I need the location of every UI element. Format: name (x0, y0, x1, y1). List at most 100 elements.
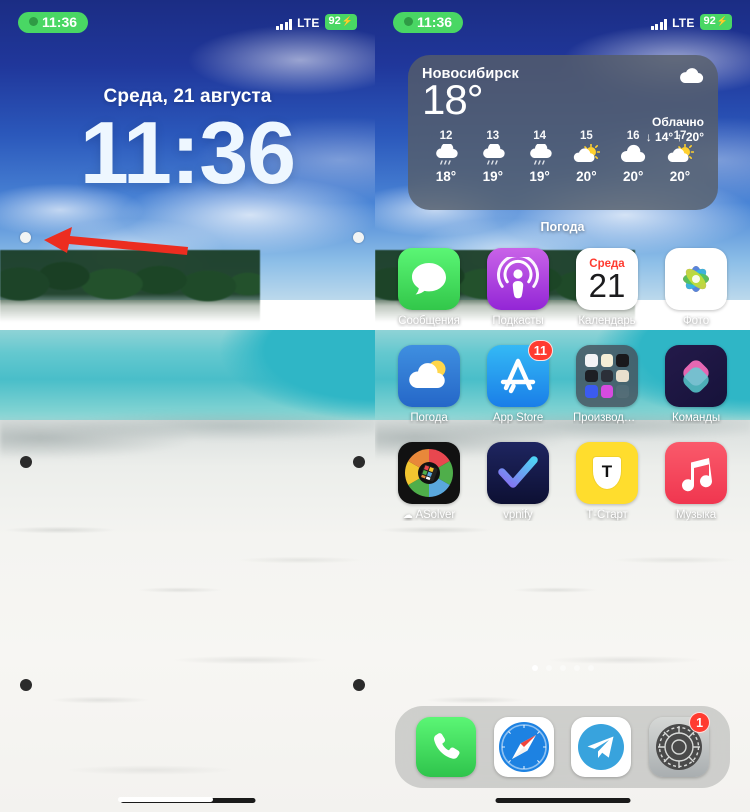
app-label: Команды (671, 412, 721, 424)
app-appstore[interactable]: 11 App Store (484, 340, 553, 424)
cloud-download-icon: ☁ (402, 510, 416, 521)
vpnify-icon (487, 442, 549, 504)
app-messages[interactable]: Сообщения (395, 248, 463, 327)
status-bar-home: 11:36 LTE 92 ⚡ (375, 0, 750, 44)
hour-temp: 19° (482, 169, 503, 185)
music-icon (665, 442, 727, 504)
weather-widget[interactable]: Новосибирск 18° Облачно ↓ 14° ↑ 20° 12 1… (408, 55, 718, 210)
hour-temp: 20° (576, 169, 597, 185)
cellular-signal-icon-home (650, 18, 668, 30)
weather-widget-label: Погода (540, 220, 585, 234)
rain-cloud-icon (424, 144, 468, 168)
hour-temp: 19° (529, 169, 550, 185)
recording-indicator-icon-home (404, 17, 413, 26)
app-label: Музыка (675, 509, 717, 521)
app-label-text: ASolver (415, 509, 456, 521)
weather-hourly-list: 12 18° 13 19° 14 19° 15 20° 16 20° 17 20… (422, 130, 704, 184)
dock-app-settings[interactable]: 1 (649, 712, 711, 777)
dock-app-phone[interactable] (415, 717, 476, 777)
screenshot-stage: 11:36 LTE 92 ⚡ Среда, 21 августа 11:36 1… (0, 0, 750, 812)
hour-label: 17 (673, 130, 687, 143)
widget-handle-left-mid[interactable] (20, 456, 32, 468)
app-calendar[interactable]: Среда 21 Календарь (573, 248, 641, 327)
podcasts-icon (487, 248, 549, 310)
app-tstart[interactable]: T Т-Старт (573, 442, 641, 521)
app-weather[interactable]: Погода (395, 345, 463, 424)
hour-temp: 18° (435, 169, 457, 185)
app-asolver[interactable]: ☁ ASolver (395, 442, 463, 521)
telegram-icon (571, 717, 632, 777)
dock-app-safari[interactable] (493, 717, 554, 777)
weather-hour-item: 12 18° (424, 130, 468, 184)
cellular-signal-icon (275, 18, 293, 30)
app-photos[interactable]: Фото (662, 248, 730, 327)
status-time: 11:36 (42, 13, 78, 30)
page-dot[interactable] (531, 665, 538, 671)
rain-cloud-icon (471, 144, 515, 168)
status-right-group-home: LTE 92 ⚡ (650, 14, 732, 30)
page-dot[interactable] (559, 665, 566, 671)
folder-mini-icons (581, 350, 633, 402)
weather-hour-item: 17 20° (658, 130, 702, 184)
page-dot[interactable] (573, 665, 580, 671)
annotation-arrow (40, 222, 190, 267)
app-row-2: Погода 11 App Store Производите Команды (395, 340, 730, 424)
dock: 1 (395, 706, 730, 788)
hour-temp: 20° (622, 169, 644, 185)
app-music[interactable]: Музыка (662, 442, 730, 521)
sun-cloud-icon (564, 144, 608, 168)
phone-icon (415, 717, 476, 777)
weather-hour-item: 15 20° (564, 130, 608, 184)
app-shortcuts[interactable]: Команды (662, 345, 730, 424)
hour-label: 13 (486, 130, 500, 143)
widget-handle-right-mid[interactable] (353, 456, 365, 468)
app-grid: Сообщения Подкасты Среда 21 Календарь Фо… (395, 248, 730, 539)
weather-hour-item: 16 20° (611, 130, 655, 184)
battery-percent: 92 (328, 15, 341, 28)
weather-hour-item: 13 19° (471, 130, 515, 184)
recording-indicator-icon (29, 17, 38, 26)
widget-handle-right-top[interactable] (353, 232, 364, 243)
widget-handle-left-bottom[interactable] (20, 679, 32, 691)
tstart-icon: T (576, 442, 638, 504)
network-type-label-home: LTE (672, 15, 695, 30)
asolver-icon (398, 442, 460, 504)
app-label: Сообщения (398, 315, 460, 327)
app-label: Т-Старт (586, 509, 628, 521)
weather-icon (398, 345, 460, 407)
app-podcasts[interactable]: Подкасты (484, 248, 552, 327)
calendar-day: 21 (588, 267, 626, 305)
app-label: Погода (410, 412, 448, 424)
app-folder-productivity[interactable]: Производител... (573, 345, 641, 424)
dock-app-telegram[interactable] (571, 717, 632, 777)
app-row-1: Сообщения Подкасты Среда 21 Календарь Фо… (395, 248, 730, 327)
status-bar: 11:36 LTE 92 ⚡ (0, 0, 375, 44)
app-vpnify[interactable]: vpnify (484, 442, 552, 521)
weather-hour-item: 14 19° (518, 130, 562, 184)
safari-icon (493, 717, 554, 777)
widget-handle-left-top[interactable] (20, 232, 31, 243)
app-label: Подкасты (492, 315, 544, 327)
charging-bolt-icon: ⚡ (341, 15, 353, 26)
widget-handle-right-bottom[interactable] (353, 679, 365, 691)
hour-label: 12 (439, 130, 453, 143)
messages-icon (398, 248, 460, 310)
page-dot[interactable] (545, 665, 552, 671)
page-dot[interactable] (587, 665, 594, 671)
app-label: Производител... (573, 412, 641, 424)
app-label: App Store (492, 412, 544, 424)
hour-label: 16 (626, 130, 640, 143)
status-time-home: 11:36 (417, 13, 453, 30)
battery-indicator-home: 92 ⚡ (699, 14, 732, 30)
status-time-pill-home: 11:36 (393, 11, 464, 33)
cloud-icon (611, 144, 655, 168)
calendar-icon: Среда 21 (576, 248, 638, 310)
hour-label: 15 (579, 130, 593, 143)
home-indicator-lock-highlight (118, 797, 213, 802)
page-dots[interactable] (375, 665, 750, 671)
folder-icon (576, 345, 638, 407)
status-badge: 11 (527, 340, 553, 361)
app-label: Фото (682, 315, 710, 327)
app-label: Календарь (578, 315, 636, 327)
hour-temp: 20° (669, 169, 691, 185)
